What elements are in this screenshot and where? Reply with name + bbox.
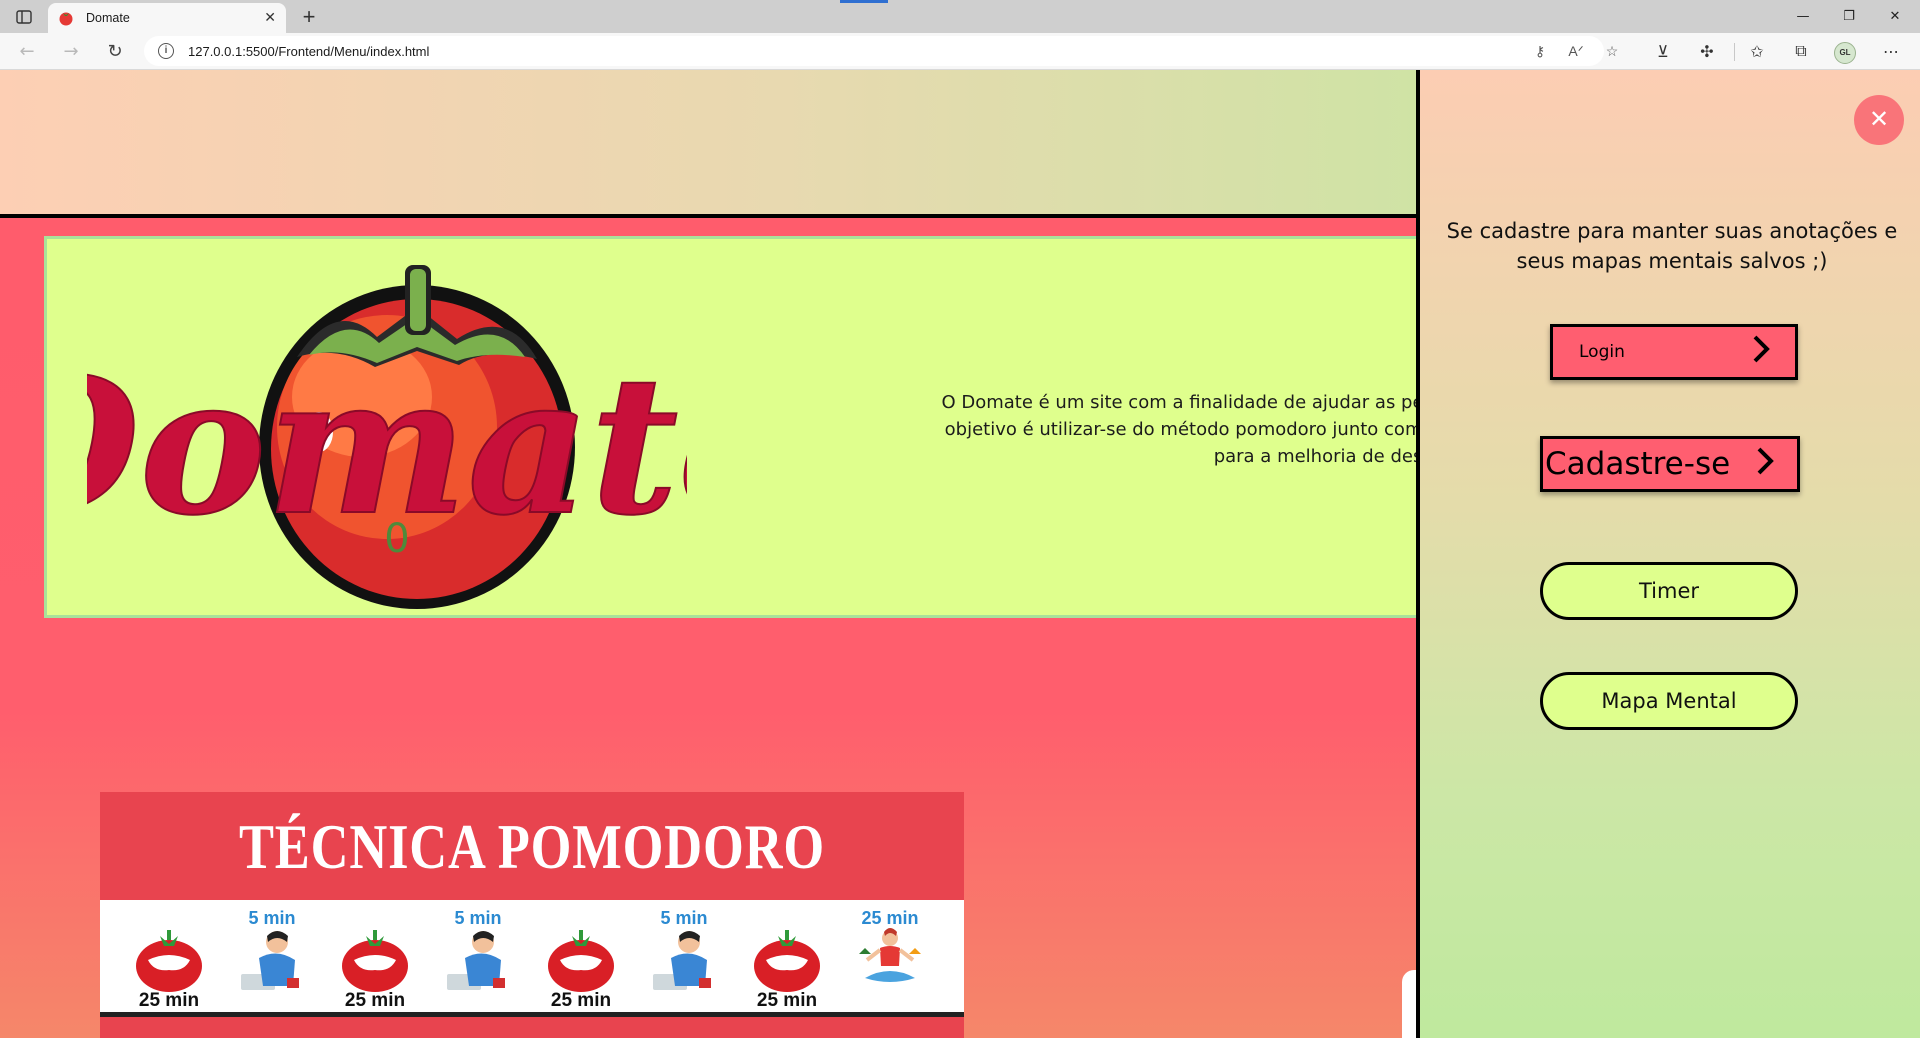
focus-duration-label: 25 min: [138, 990, 200, 1011]
description-line-2: objetivo é utilizar-se do método pomodor…: [944, 419, 1418, 440]
extensions-icon[interactable]: ✣: [1692, 37, 1722, 65]
address-bar[interactable]: i 127.0.0.1:5500/Frontend/Menu/index.htm…: [144, 36, 1604, 66]
hero-banner: 0 Domate O Domate é um site com a finali…: [44, 236, 1418, 618]
login-button-label: Login: [1579, 342, 1625, 362]
minimize-icon[interactable]: —: [1780, 0, 1826, 33]
chevron-right-icon: [1751, 334, 1771, 370]
toolbar-divider: [1734, 43, 1735, 61]
description-line-1: O Domate é um site com a finalidade de a…: [941, 392, 1418, 413]
tomato-icon: [134, 924, 204, 994]
login-button[interactable]: Login: [1550, 324, 1798, 380]
close-tab-icon[interactable]: ✕: [264, 10, 276, 26]
focus-duration-label: 25 min: [756, 990, 818, 1011]
forward-icon[interactable]: →: [56, 37, 86, 65]
profile-avatar[interactable]: GL: [1834, 42, 1856, 64]
timeline-line: [100, 1012, 964, 1017]
pomodoro-sequence: 25 min 5 min 25 min 5 min 25 min 5 min 25 min 2…: [100, 900, 964, 1017]
url-text: 127.0.0.1:5500/Frontend/Menu/index.html: [188, 43, 430, 59]
pomodoro-title: TÉCNICA POMODORO: [238, 811, 826, 882]
pomodoro-infographic: TÉCNICA POMODORO 25 min 5 min 25 min 5 min 2…: [100, 792, 964, 1038]
signup-message: Se cadastre para manter suas anotações e…: [1446, 219, 1898, 273]
favorites-icon[interactable]: ✩: [1742, 37, 1772, 65]
restore-icon[interactable]: ❐: [1826, 0, 1872, 33]
info-icon[interactable]: i: [158, 43, 174, 59]
pomodoro-step: 25 min: [330, 900, 420, 1012]
sidebar-toggle-icon[interactable]: [10, 6, 38, 28]
tab-title: Domate: [86, 11, 130, 25]
pomodoro-step: 5 min: [227, 900, 317, 1012]
person-icon: [443, 924, 513, 994]
tomato-favicon-icon: [59, 12, 73, 26]
person-icon: [237, 924, 307, 994]
browser-tab[interactable]: Domate ✕: [48, 3, 286, 33]
pomodoro-step: 25 min: [536, 900, 626, 1012]
close-menu-button[interactable]: ✕: [1854, 95, 1904, 145]
pomodoro-step: 5 min: [639, 900, 729, 1012]
pomodoro-step: 25 min: [124, 900, 214, 1012]
chevron-right-icon: [1755, 446, 1775, 482]
new-tab-button[interactable]: +: [294, 4, 324, 30]
tomato-icon: [340, 924, 410, 994]
pomodoro-step: 25 min: [845, 900, 935, 1012]
refresh-icon[interactable]: ↻: [100, 37, 130, 65]
page-viewport: 0 Domate O Domate é um site com a finali…: [0, 70, 1920, 1038]
side-menu: ✕ Se cadastre para manter suas anotações…: [1416, 70, 1920, 1038]
site-description: O Domate é um site com a finalidade de a…: [677, 389, 1418, 470]
add-favorite-icon[interactable]: ☆: [1602, 41, 1622, 61]
tomato-icon: [546, 924, 616, 994]
tab-scroll-indicator: [840, 0, 888, 3]
yoga-icon: [855, 924, 925, 994]
person-icon: [649, 924, 719, 994]
pomodoro-step: 5 min: [433, 900, 523, 1012]
back-icon[interactable]: ←: [12, 37, 42, 65]
browser-tab-bar: Domate ✕ + — ❐ ✕: [0, 0, 1920, 33]
extension-icon[interactable]: ⊻: [1648, 37, 1678, 65]
browser-toolbar: ← → ↻ i 127.0.0.1:5500/Frontend/Menu/ind…: [0, 33, 1920, 70]
tomato-icon: [752, 924, 822, 994]
mind-map-button[interactable]: Mapa Mental: [1540, 672, 1798, 730]
description-line-3: para a melhoria de desempenh: [1213, 446, 1418, 467]
focus-duration-label: 25 min: [344, 990, 406, 1011]
domate-logo: 0 Domate: [87, 265, 687, 609]
page-header: [0, 70, 1418, 218]
close-window-icon[interactable]: ✕: [1872, 0, 1918, 33]
signup-button-label: Cadastre-se: [1545, 446, 1731, 482]
logo-wordmark: Domate: [87, 334, 687, 557]
signup-button[interactable]: Cadastre-se: [1540, 436, 1800, 492]
more-icon[interactable]: ⋯: [1876, 37, 1906, 65]
read-aloud-icon[interactable]: Aᐟ: [1566, 41, 1586, 61]
timer-button[interactable]: Timer: [1540, 562, 1798, 620]
focus-duration-label: 25 min: [550, 990, 612, 1011]
pomodoro-step: 25 min: [742, 900, 832, 1012]
collections-icon[interactable]: ⧉: [1786, 37, 1816, 65]
key-icon[interactable]: ⚷: [1530, 41, 1550, 61]
